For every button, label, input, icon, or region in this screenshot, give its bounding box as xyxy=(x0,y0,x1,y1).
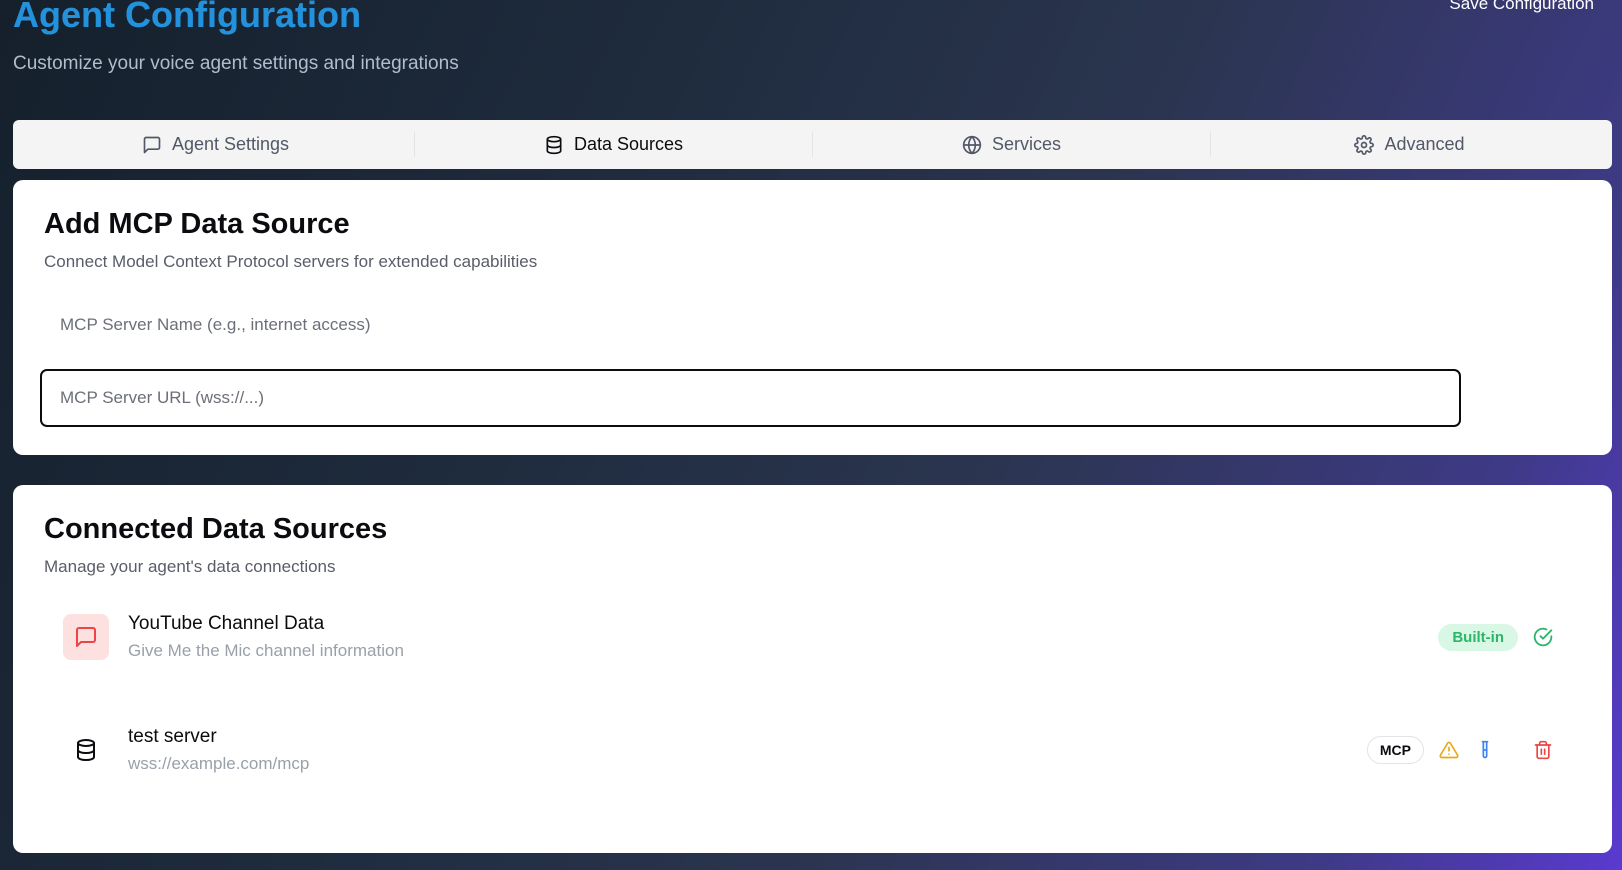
tab-services[interactable]: Services xyxy=(813,124,1210,165)
source-actions: Built-in xyxy=(1438,623,1584,651)
mcp-server-name-input[interactable] xyxy=(44,305,1464,345)
page-title: Agent Configuration xyxy=(13,0,361,36)
builtin-badge: Built-in xyxy=(1438,623,1518,651)
source-name: YouTube Channel Data xyxy=(128,613,325,634)
tab-bar: Agent Settings Data Sources Services Adv… xyxy=(13,120,1612,169)
add-mcp-description: Connect Model Context Protocol servers f… xyxy=(44,252,538,271)
database-icon xyxy=(544,135,564,155)
list-item: YouTube Channel Data Give Me the Mic cha… xyxy=(44,602,1584,672)
page-subtitle: Customize your voice agent settings and … xyxy=(13,53,459,74)
tab-label: Data Sources xyxy=(573,134,684,154)
mcp-badge: MCP xyxy=(1366,736,1424,764)
message-square-icon xyxy=(142,135,162,155)
database-icon xyxy=(63,727,109,773)
source-info: YouTube Channel Data Give Me the Mic cha… xyxy=(128,613,404,661)
add-mcp-card: Add MCP Data Source Connect Model Contex… xyxy=(13,180,1612,455)
message-square-icon xyxy=(63,614,109,660)
globe-icon xyxy=(962,135,982,155)
add-mcp-title: Add MCP Data Source xyxy=(44,208,350,240)
check-circle-icon xyxy=(1532,626,1554,648)
source-detail: Give Me the Mic channel information xyxy=(128,641,404,660)
list-item: test server wss://example.com/mcp MCP xyxy=(44,715,1584,785)
tab-label: Services xyxy=(991,134,1062,154)
tab-advanced[interactable]: Advanced xyxy=(1211,124,1608,165)
tab-label: Agent Settings xyxy=(171,134,290,154)
save-configuration-button[interactable]: Save Configuration xyxy=(1449,0,1594,14)
tab-label: Advanced xyxy=(1384,134,1465,154)
connected-sources-description: Manage your agent's data connections xyxy=(44,557,336,576)
tab-data-sources[interactable]: Data Sources xyxy=(415,124,812,165)
gear-icon xyxy=(1354,134,1375,155)
test-tube-icon[interactable] xyxy=(1474,739,1496,761)
warning-icon xyxy=(1438,739,1460,761)
source-name: test server xyxy=(128,726,217,747)
tab-agent-settings[interactable]: Agent Settings xyxy=(17,124,414,165)
source-actions: MCP xyxy=(1366,736,1584,764)
mcp-server-url-input[interactable] xyxy=(40,369,1461,427)
connected-sources-title: Connected Data Sources xyxy=(44,513,388,545)
trash-icon[interactable] xyxy=(1532,739,1554,761)
source-info: test server wss://example.com/mcp xyxy=(128,726,309,774)
source-detail: wss://example.com/mcp xyxy=(128,754,310,773)
connected-sources-card: Connected Data Sources Manage your agent… xyxy=(13,485,1612,853)
